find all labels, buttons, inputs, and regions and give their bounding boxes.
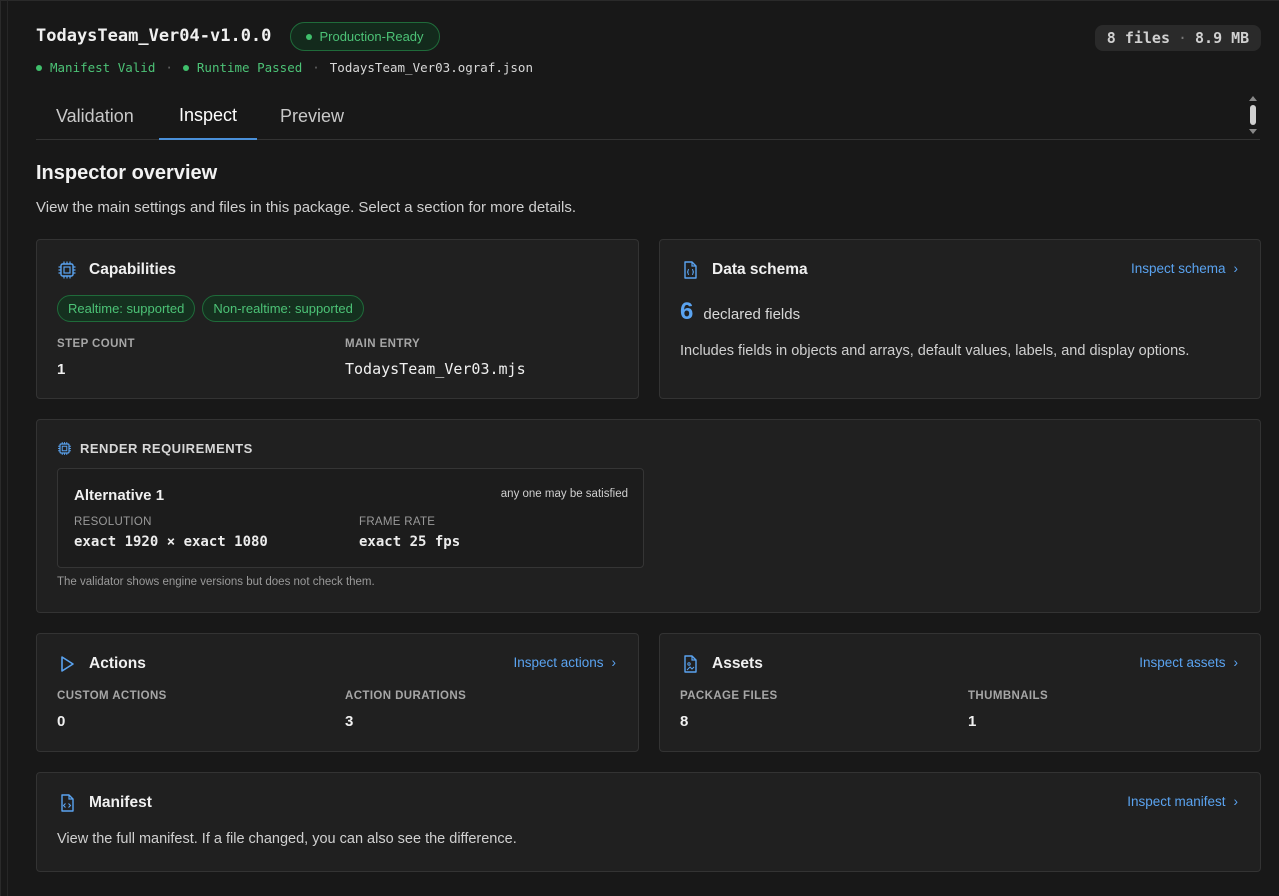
schema-file-icon: [684, 261, 697, 279]
card-title: Data schema: [712, 261, 808, 278]
inspect-assets-link[interactable]: Inspect assets ›: [1139, 655, 1238, 670]
chevron-right-icon[interactable]: ›: [1234, 794, 1239, 809]
card-title: Capabilities: [89, 261, 176, 278]
capabilities-card: Capabilities Realtime: supported Non-rea…: [36, 239, 639, 399]
declared-fields: 6 declared fields: [680, 298, 800, 326]
manifest-filename: TodaysTeam_Ver03.ograf.json: [329, 60, 533, 75]
runtime-status: Runtime Passed: [196, 60, 303, 75]
manifest-header: Manifest: [57, 793, 152, 813]
assets-card: Assets Inspect assets › PACKAGE FILES 8 …: [659, 633, 1261, 752]
package-size: 8.9 MB: [1195, 29, 1250, 47]
link-label[interactable]: Inspect assets: [1139, 655, 1225, 670]
field-count: 6: [680, 298, 694, 325]
package-files-value: 8: [680, 713, 689, 730]
realtime-pill: Realtime: supported: [57, 295, 196, 322]
schema-description: Includes fields in objects and arrays, d…: [680, 343, 1190, 359]
step-count-label: STEP COUNT: [57, 338, 135, 350]
card-title: Manifest: [89, 794, 152, 811]
action-durations-value: 3: [345, 713, 354, 730]
alternative-note: any one may be satisfied: [500, 488, 628, 500]
page-title: Inspector overview: [36, 162, 218, 184]
alternative-box: Alternative 1 any one may be satisfied R…: [57, 468, 644, 568]
manifest-dot-icon: [36, 64, 42, 71]
tab-preview[interactable]: Preview: [260, 92, 364, 140]
link-label[interactable]: Inspect schema: [1131, 261, 1226, 276]
manifest-description: View the full manifest. If a file change…: [57, 831, 517, 847]
separator: ·: [165, 60, 173, 75]
inspect-actions-link[interactable]: Inspect actions ›: [513, 655, 616, 670]
status-line: Manifest Valid · Runtime Passed · Todays…: [36, 60, 533, 75]
manifest-card: Manifest Inspect manifest › View the ful…: [36, 772, 1261, 872]
tab-inspect[interactable]: Inspect: [159, 92, 258, 140]
custom-actions-value: 0: [57, 713, 66, 730]
data-schema-header: Data schema: [680, 260, 808, 280]
runtime-dot-icon: [182, 64, 189, 71]
scroll-up-icon[interactable]: [1249, 96, 1257, 101]
separator: ·: [312, 60, 320, 75]
link-label[interactable]: Inspect actions: [513, 655, 603, 670]
package-title: TodaysTeam_Ver04-v1.0.0: [36, 26, 272, 46]
separator: ·: [1178, 29, 1188, 47]
files-size-pill: 8 files · 8.9 MB: [1095, 25, 1261, 51]
data-schema-card: Data schema Inspect schema › 6 declared …: [659, 239, 1261, 399]
chevron-right-icon[interactable]: ›: [1234, 261, 1239, 276]
resolution-label: RESOLUTION: [74, 516, 152, 528]
actions-header: Actions: [57, 654, 146, 674]
tab-scroll-indicator[interactable]: [1248, 96, 1258, 138]
card-title: Actions: [89, 655, 146, 672]
chevron-right-icon[interactable]: ›: [612, 655, 617, 670]
scroll-down-icon[interactable]: [1249, 129, 1257, 134]
render-header: RENDER REQUIREMENTS: [57, 441, 253, 456]
page-subtitle: View the main settings and files in this…: [36, 199, 577, 216]
render-requirements-card: RENDER REQUIREMENTS Alternative 1 any on…: [36, 419, 1261, 613]
field-count-label: declared fields: [703, 306, 801, 323]
file-count: 8 files: [1106, 29, 1170, 47]
actions-card: Actions Inspect actions › CUSTOM ACTIONS…: [36, 633, 639, 752]
chip-icon: [58, 442, 71, 455]
resolution-value: exact 1920 × exact 1080: [74, 534, 268, 550]
code-file-icon: [61, 794, 74, 812]
badge-label: Production-Ready: [319, 29, 424, 44]
frame-rate-label: FRAME RATE: [359, 516, 436, 528]
left-edge-strip: [0, 0, 8, 896]
inspect-schema-link[interactable]: Inspect schema ›: [1131, 261, 1238, 276]
assets-header: Assets: [680, 654, 763, 674]
image-file-icon: [684, 655, 697, 673]
render-footnote: The validator shows engine versions but …: [57, 576, 375, 588]
thumbnails-value: 1: [968, 713, 977, 730]
non-realtime-pill: Non-realtime: supported: [202, 295, 364, 322]
main-entry-value: TodaysTeam_Ver03.mjs: [345, 360, 526, 378]
tab-validation[interactable]: Validation: [36, 92, 154, 140]
tab-bar: Validation Inspect Preview: [36, 92, 1260, 140]
alternative-title: Alternative 1: [74, 487, 165, 504]
main-entry-label: MAIN ENTRY: [345, 338, 421, 350]
inspect-manifest-link[interactable]: Inspect manifest ›: [1127, 794, 1238, 809]
thumbnails-label: THUMBNAILS: [968, 690, 1049, 702]
capability-pills: Realtime: supported Non-realtime: suppor…: [57, 295, 364, 322]
custom-actions-label: CUSTOM ACTIONS: [57, 690, 167, 702]
chevron-right-icon[interactable]: ›: [1234, 655, 1239, 670]
scroll-thumb[interactable]: [1250, 105, 1256, 125]
action-durations-label: ACTION DURATIONS: [345, 690, 467, 702]
card-title: Assets: [712, 655, 763, 672]
package-files-label: PACKAGE FILES: [680, 690, 778, 702]
capabilities-header: Capabilities: [57, 260, 176, 280]
play-icon: [61, 656, 74, 672]
link-label[interactable]: Inspect manifest: [1127, 794, 1225, 809]
manifest-status: Manifest Valid: [50, 60, 156, 75]
status-dot-icon: [306, 33, 313, 40]
frame-rate-value: exact 25 fps: [359, 534, 461, 550]
render-title: RENDER REQUIREMENTS: [80, 441, 253, 456]
chip-icon: [58, 261, 76, 279]
production-ready-badge: Production-Ready: [290, 22, 440, 51]
step-count-value: 1: [57, 361, 66, 378]
